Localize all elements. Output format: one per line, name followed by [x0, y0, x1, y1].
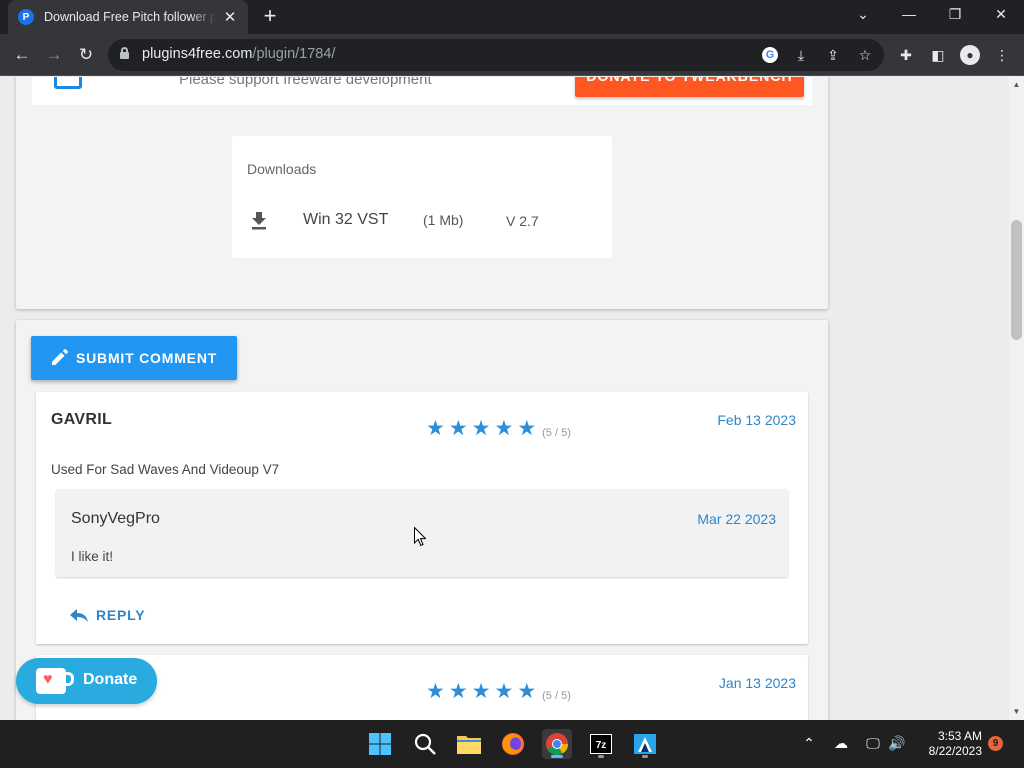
support-text: Please support freeware development [179, 77, 432, 88]
menu-kebab-icon[interactable]: ⋮ [992, 45, 1012, 65]
browser-tab[interactable]: P Download Free Pitch follower plugin ✕ [8, 0, 248, 34]
video-editor-icon[interactable] [630, 729, 660, 759]
tab-close-icon[interactable]: ✕ [222, 8, 238, 26]
file-explorer-icon[interactable] [454, 729, 484, 759]
forward-icon[interactable]: → [43, 44, 65, 66]
scroll-down-icon[interactable]: ▼ [1012, 707, 1021, 716]
reply-icon [70, 609, 88, 622]
extensions-puzzle-icon[interactable]: ✚ [896, 45, 916, 65]
downloads-title: Downloads [247, 161, 317, 177]
clock-time: 3:53 AM [937, 729, 982, 743]
download-version: V 2.7 [506, 213, 539, 229]
7zip-icon[interactable]: 7z [586, 729, 616, 759]
firefox-icon[interactable] [498, 729, 528, 759]
windows-taskbar: 7z ⌃ ☁ 🖵 🔊 3:53 AM 8/22/2023 [0, 720, 1024, 768]
reply-author: SonyVegPro [71, 510, 160, 527]
star-icon: ★ [517, 417, 537, 440]
browser-toolbar: ← → ↻ plugins4free.com/plugin/1784/ G ⤓ … [0, 34, 1024, 76]
url-text[interactable]: plugins4free.com/plugin/1784/ [142, 46, 335, 62]
heart-cup-icon: ♥ [36, 668, 74, 694]
scroll-thumb[interactable] [1011, 220, 1022, 340]
url-host: plugins4free.com [142, 46, 253, 62]
new-tab-button[interactable]: + [258, 5, 282, 29]
download-size: (1 Mb) [423, 212, 464, 228]
reply-label: REPLY [96, 607, 146, 623]
support-banner: Please support freeware development DONA… [32, 77, 812, 105]
star-icon: ★ [517, 680, 537, 703]
svg-text:7z: 7z [596, 740, 607, 751]
volume-icon[interactable]: 🔊 [887, 735, 907, 752]
reload-icon[interactable]: ↻ [75, 44, 97, 66]
mouse-cursor-icon [414, 527, 426, 547]
search-icon[interactable] [410, 729, 440, 759]
star-icon: ★ [494, 417, 514, 440]
kofi-donate-button[interactable]: ♥ Donate [16, 658, 157, 704]
star-icon: ★ [448, 680, 468, 703]
comment-card: GAVRIL ★ ★ ★ ★ ★ (5 / 5) Feb 13 2023 Use… [36, 392, 808, 644]
comment-date: Feb 13 2023 [717, 412, 796, 428]
star-icon: ★ [448, 417, 468, 440]
minimize-icon[interactable]: — [899, 6, 919, 22]
pencil-icon [52, 349, 68, 365]
star-icon: ★ [494, 680, 514, 703]
tab-search-chevron-icon[interactable]: ⌄ [853, 6, 873, 23]
comment-date: Jan 13 2023 [718, 675, 796, 691]
star-rating: ★ ★ ★ ★ ★ (5 / 5) [426, 681, 571, 703]
lock-icon[interactable] [120, 47, 129, 59]
reply-text: I like it! [71, 549, 114, 564]
chrome-icon[interactable] [542, 729, 572, 759]
profile-avatar-icon[interactable]: ● [960, 45, 980, 65]
star-icon: ★ [471, 417, 491, 440]
address-bar[interactable]: plugins4free.com/plugin/1784/ G ⤓ ⇪ ☆ [108, 39, 884, 71]
reply-date: Mar 22 2023 [697, 511, 776, 527]
star-icon: ★ [471, 680, 491, 703]
scroll-up-icon[interactable]: ▲ [1012, 80, 1021, 89]
star-icon: ★ [426, 417, 445, 440]
google-lens-icon[interactable]: G [762, 47, 778, 63]
tab-title: Download Free Pitch follower plugin [44, 10, 216, 24]
clock-date: 8/22/2023 [928, 744, 982, 758]
windows-start-icon[interactable] [365, 729, 395, 759]
download-name[interactable]: Win 32 VST [303, 211, 388, 229]
system-clock[interactable]: 3:53 AM 8/22/2023 [912, 729, 982, 759]
kofi-donate-label: Donate [83, 671, 138, 688]
star-icon: ★ [426, 680, 445, 703]
url-path: /plugin/1784/ [252, 46, 336, 62]
share-icon[interactable]: ⇪ [824, 46, 842, 64]
network-icon[interactable]: 🖵 [863, 735, 883, 752]
side-panel-icon[interactable]: ◧ [928, 45, 948, 65]
donate-tweakbench-button[interactable]: DONATE TO TWEAKBENCH [575, 77, 804, 97]
comment-author: GAVRIL [51, 411, 113, 428]
rating-text: (5 / 5) [542, 690, 571, 702]
notification-badge[interactable]: 9 [988, 736, 1003, 751]
onedrive-cloud-icon[interactable]: ☁ [831, 735, 851, 752]
close-window-icon[interactable]: ✕ [991, 6, 1011, 23]
bookmark-star-icon[interactable]: ☆ [856, 46, 874, 64]
page-viewport: Please support freeware development DONA… [0, 77, 1009, 720]
install-app-icon[interactable]: ⤓ [792, 46, 810, 64]
back-icon[interactable]: ← [11, 44, 33, 66]
tab-strip: P Download Free Pitch follower plugin ✕ … [0, 0, 1024, 34]
page-scrollbar[interactable]: ▲ ▼ [1009, 77, 1024, 720]
site-favicon-icon: P [18, 9, 34, 25]
submit-comment-button[interactable]: SUBMIT COMMENT [31, 336, 237, 380]
show-hidden-icons-chevron-icon[interactable]: ⌃ [799, 735, 819, 752]
downloads-box: Downloads Win 32 VST (1 Mb) V 2.7 [232, 136, 612, 258]
download-icon[interactable] [251, 212, 267, 230]
submit-comment-label: SUBMIT COMMENT [76, 350, 218, 366]
rating-text: (5 / 5) [542, 427, 571, 439]
star-rating: ★ ★ ★ ★ ★ (5 / 5) [426, 418, 571, 440]
restore-icon[interactable]: ❐ [945, 6, 965, 23]
support-icon [54, 77, 82, 89]
comment-text: Used For Sad Waves And Videoup V7 [51, 462, 280, 477]
